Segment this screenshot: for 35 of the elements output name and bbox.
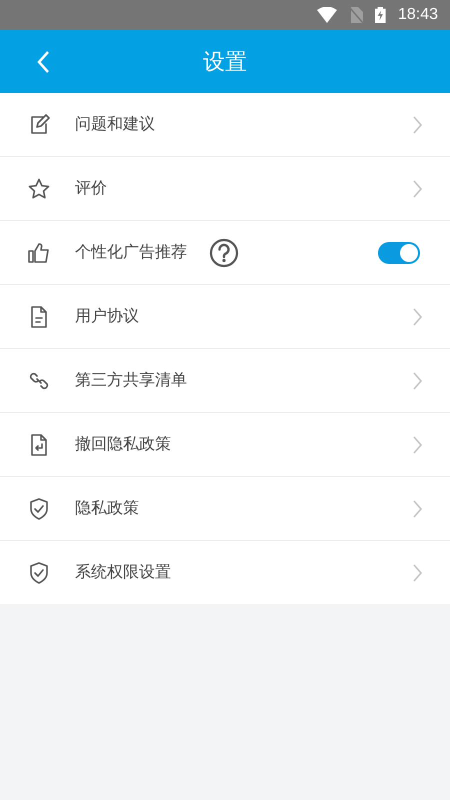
settings-item[interactable]: 隐私政策	[0, 477, 450, 541]
wifi-icon	[317, 7, 338, 23]
item-label: 撤回隐私政策	[75, 434, 171, 455]
status-time: 18:43	[398, 6, 438, 24]
shield-check-icon	[27, 496, 51, 520]
item-label: 评价	[75, 178, 107, 199]
item-label: 问题和建议	[75, 114, 155, 135]
item-label: 用户协议	[75, 306, 139, 327]
settings-item[interactable]: 第三方共享清单	[0, 349, 450, 413]
settings-item[interactable]: 个性化广告推荐	[0, 221, 450, 285]
settings-item[interactable]: 问题和建议	[0, 93, 450, 157]
toggle-switch[interactable]	[378, 242, 420, 264]
chevron-right-icon	[412, 434, 422, 454]
item-label: 系统权限设置	[75, 562, 171, 583]
back-icon[interactable]	[36, 50, 50, 74]
help-icon[interactable]	[209, 238, 239, 268]
chevron-right-icon	[412, 370, 422, 390]
chevron-right-icon	[412, 306, 422, 326]
no-sim-icon	[349, 7, 364, 23]
battery-charging-icon	[375, 7, 386, 23]
shield-check-icon	[27, 560, 51, 584]
settings-item[interactable]: 系统权限设置	[0, 541, 450, 604]
item-label: 个性化广告推荐	[75, 242, 187, 263]
thumbs-up-icon	[27, 240, 51, 264]
item-label: 第三方共享清单	[75, 370, 187, 391]
chevron-right-icon	[412, 562, 422, 582]
page-title: 设置	[203, 48, 247, 76]
star-icon	[27, 176, 51, 200]
item-label: 隐私政策	[75, 498, 139, 519]
chevron-right-icon	[412, 178, 422, 198]
settings-item[interactable]: 用户协议	[0, 285, 450, 349]
chevron-right-icon	[412, 498, 422, 518]
settings-item[interactable]: 撤回隐私政策	[0, 413, 450, 477]
chevron-right-icon	[412, 114, 422, 134]
settings-item[interactable]: 评价	[0, 157, 450, 221]
